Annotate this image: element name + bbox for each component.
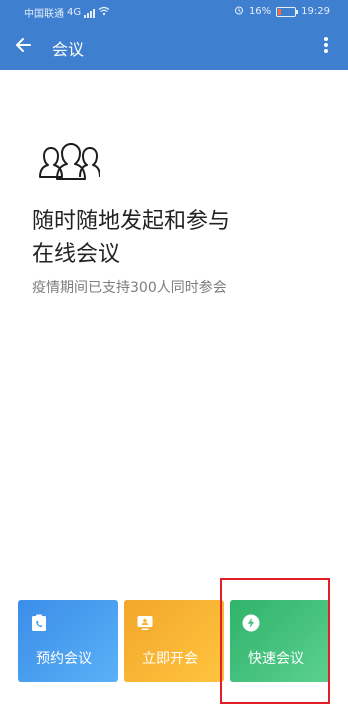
headline-line-1: 随时随地发起和参与 xyxy=(32,209,231,234)
headline-line-2: 在线会议 xyxy=(32,242,121,267)
alarm-icon xyxy=(234,5,244,18)
carrier-label: 中国联通 xyxy=(24,9,64,20)
hero-headline: 随时随地发起和参与 在线会议 xyxy=(32,205,332,271)
start-meeting-button[interactable]: 立即开会 xyxy=(124,600,224,682)
status-left: 中国联通 4G xyxy=(24,5,110,20)
schedule-meeting-label: 预约会议 xyxy=(36,651,92,667)
arrow-left-icon xyxy=(14,35,34,59)
time-label: 19:29 xyxy=(301,6,330,17)
back-button[interactable] xyxy=(10,33,38,61)
top-header: 中国联通 4G 16% 19:29 会议 xyxy=(0,0,348,70)
hero-subtext: 疫情期间已支持300人同时参会 xyxy=(32,280,227,296)
status-right: 16% 19:29 xyxy=(234,5,330,18)
wifi-icon xyxy=(98,6,110,19)
more-options-button[interactable] xyxy=(316,33,336,61)
app-bar: 会议 xyxy=(0,24,348,70)
screen-person-icon xyxy=(136,614,154,632)
battery-icon xyxy=(276,6,299,17)
more-vert-icon xyxy=(323,35,329,59)
network-label: 4G xyxy=(67,7,82,18)
status-bar: 中国联通 4G 16% 19:29 xyxy=(0,0,348,24)
schedule-meeting-button[interactable]: 预约会议 xyxy=(18,600,118,682)
phone-clipboard-icon xyxy=(30,614,48,632)
battery-label: 16% xyxy=(248,6,272,17)
start-meeting-label: 立即开会 xyxy=(142,651,198,667)
highlight-annotation xyxy=(220,578,330,704)
page-title: 会议 xyxy=(52,40,85,59)
people-group-icon xyxy=(32,142,101,184)
signal-icon xyxy=(84,8,96,18)
